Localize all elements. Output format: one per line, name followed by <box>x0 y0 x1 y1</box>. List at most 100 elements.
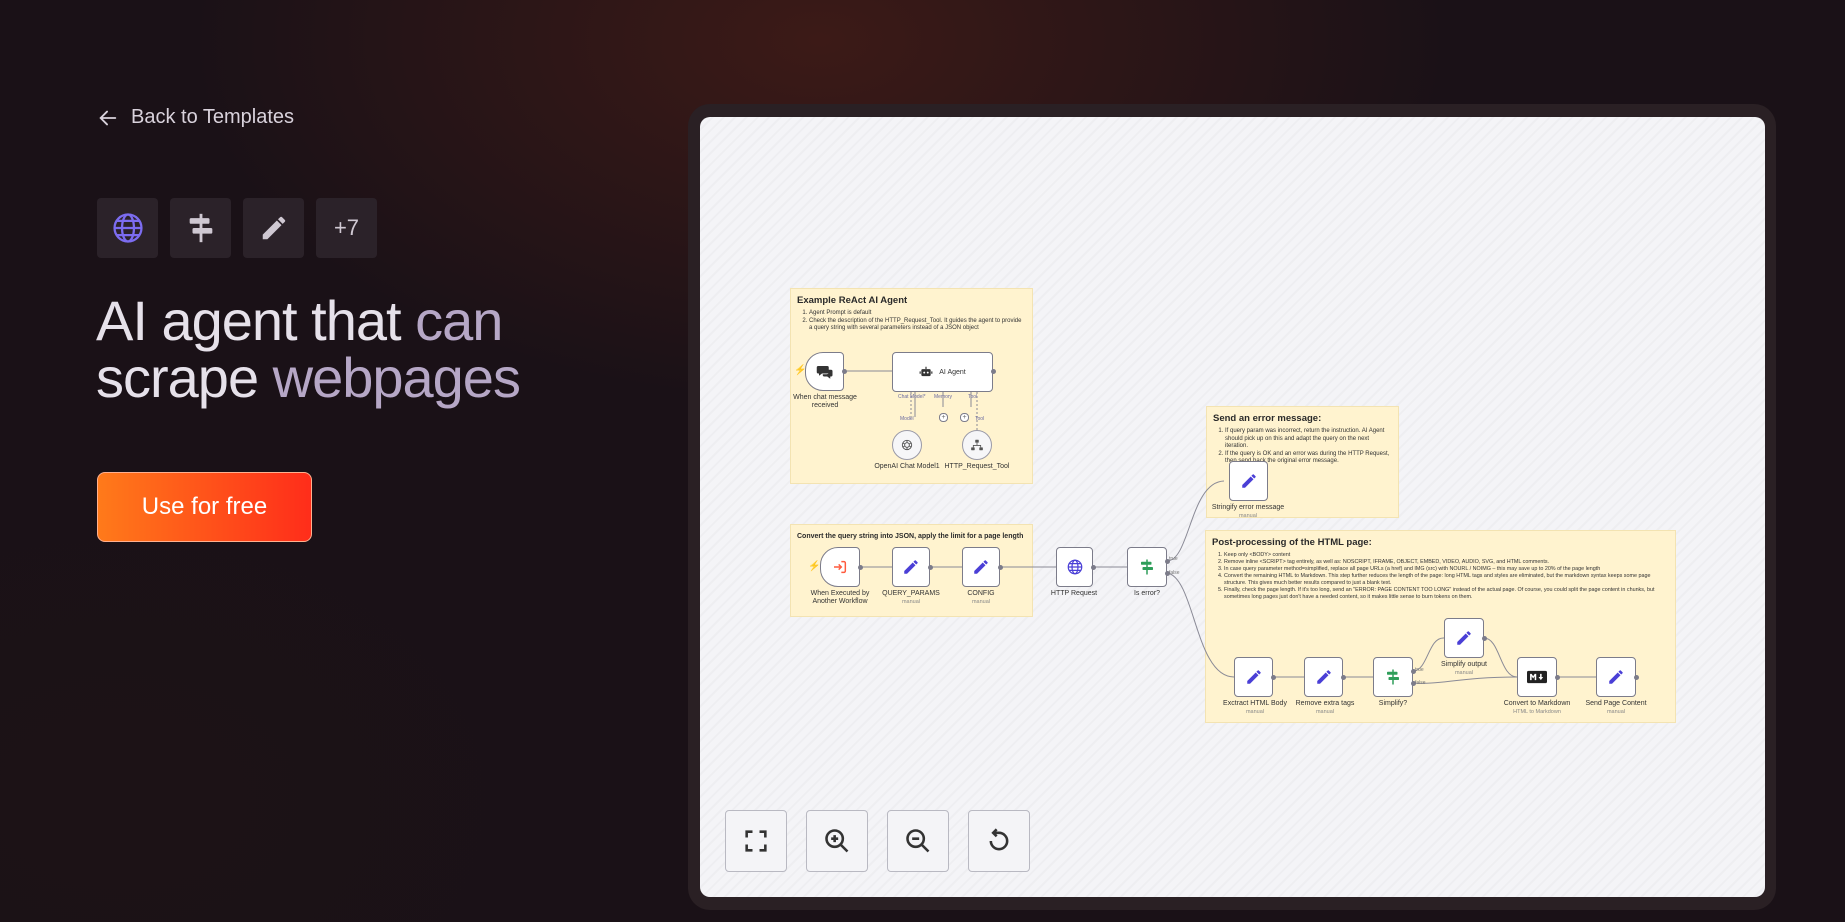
port-dot <box>1164 570 1170 576</box>
sticky-agent-list: Agent Prompt is default Check the descri… <box>797 310 1026 333</box>
port-dot <box>1090 564 1096 570</box>
openai-chat-model-node[interactable] <box>892 430 922 460</box>
remove-tags-sublabel: manual <box>1315 709 1335 715</box>
back-to-templates-link[interactable]: Back to Templates <box>97 106 294 129</box>
config-node[interactable] <box>962 547 1000 587</box>
list-item: Keep only <BODY> content <box>1224 552 1669 559</box>
markdown-icon <box>1527 670 1547 684</box>
pencil-icon <box>1457 631 1471 645</box>
reset-zoom-button[interactable] <box>968 810 1030 872</box>
send-page-content-node[interactable] <box>1596 657 1636 697</box>
list-item: If query param was incorrect, return the… <box>1225 428 1392 451</box>
integration-icons: +7 <box>97 198 377 258</box>
is-error-label: Is error? <box>1133 590 1161 597</box>
stringify-label: Stringify error message <box>1211 504 1285 511</box>
zoom-out-button[interactable] <box>887 810 949 872</box>
memory-edge-label: Memory <box>934 394 953 400</box>
simplify-label: Simplify? <box>1378 700 1408 707</box>
port-dot <box>857 564 863 570</box>
port-dot <box>1633 674 1639 680</box>
port-dot <box>1340 674 1346 680</box>
arrow-left-icon <box>99 110 117 125</box>
ai-agent-label: AI Agent <box>939 368 966 376</box>
pencil-icon <box>243 198 304 258</box>
sticky-agent-title: Example ReAct AI Agent <box>797 295 908 306</box>
false-branch-label-2: false <box>1415 680 1426 686</box>
port-dot <box>1554 674 1560 680</box>
fit-view-icon <box>745 830 767 852</box>
list-item: Finally, check the page length. If it's … <box>1224 587 1669 601</box>
list-item: Remove inline <SCRIPT> tag entirely, as … <box>1224 559 1669 566</box>
port-dot <box>841 368 847 374</box>
pencil-icon <box>974 560 988 574</box>
more-integrations-badge: +7 <box>316 198 377 258</box>
tool-edge-label-2: Tool <box>975 416 985 422</box>
simplify-output-label: Simplify output <box>1441 661 1487 668</box>
port-dot <box>1410 680 1416 686</box>
globe-icon <box>97 198 158 258</box>
zoom-in-icon <box>825 829 849 853</box>
simplify-switch-node[interactable] <box>1373 657 1413 697</box>
simplify-output-node[interactable] <box>1444 618 1484 658</box>
port-dot <box>1410 668 1416 674</box>
robot-icon <box>919 366 933 377</box>
reset-icon <box>989 828 1009 851</box>
ai-agent-node[interactable]: AI Agent <box>892 352 993 392</box>
list-item: Convert the remaining HTML to Markdown. … <box>1224 573 1669 587</box>
http-request-tool-node[interactable] <box>962 430 992 460</box>
workflow-canvas[interactable]: Example ReAct AI Agent Agent Prompt is d… <box>700 117 1765 897</box>
sticky-post-list: Keep only <BODY> content Remove inline <… <box>1212 552 1669 601</box>
false-branch-label: false <box>1169 570 1180 576</box>
zoom-in-button[interactable] <box>806 810 868 872</box>
chat-model-edge-label: Chat Model* <box>898 394 926 400</box>
port-dot <box>997 564 1003 570</box>
extract-html-body-node[interactable] <box>1234 657 1273 697</box>
signpost-icon <box>1141 559 1153 575</box>
title-part-3: scrape <box>96 346 273 409</box>
is-error-node[interactable] <box>1127 547 1167 587</box>
query-params-sublabel: manual <box>901 599 921 605</box>
markdown-sublabel: HTML to Markdown <box>1513 709 1561 715</box>
chat-trigger-label: When chat message received <box>793 394 857 409</box>
port-dot <box>1270 674 1276 680</box>
globe-icon <box>1067 559 1082 575</box>
extract-sublabel: manual <box>1245 709 1265 715</box>
list-item: Agent Prompt is default <box>809 310 1026 318</box>
port-dot <box>927 564 933 570</box>
sticky-convert-title: Convert the query string into JSON, appl… <box>797 533 1024 540</box>
convert-to-markdown-node[interactable] <box>1517 657 1557 697</box>
network-icon <box>971 439 983 451</box>
model-edge-label: Model <box>900 416 914 422</box>
exec-workflow-trigger-node[interactable] <box>820 547 860 587</box>
signpost-icon <box>1387 669 1399 685</box>
more-count: +7 <box>333 215 360 240</box>
add-tool-button[interactable]: + <box>960 413 969 422</box>
query-params-node[interactable] <box>892 547 930 587</box>
signpost-icon <box>170 198 231 258</box>
true-branch-label: true <box>1169 556 1178 562</box>
pencil-icon <box>1241 474 1256 488</box>
config-sublabel: manual <box>971 599 991 605</box>
title-part-1: AI agent that <box>96 289 416 352</box>
tool-edge-label: Tool <box>968 394 978 400</box>
stringify-error-node[interactable] <box>1229 461 1268 501</box>
chat-trigger-node[interactable] <box>805 352 844 391</box>
add-memory-button[interactable]: + <box>939 413 948 422</box>
list-item: Check the description of the HTTP_Reques… <box>809 318 1026 333</box>
exec-trigger-label: When Executed by Another Workflow <box>810 590 870 605</box>
use-for-free-button[interactable]: Use for free <box>97 472 312 542</box>
openai-icon <box>901 439 913 451</box>
sign-in-icon <box>834 560 847 574</box>
fit-view-button[interactable] <box>725 810 787 872</box>
remove-extra-tags-node[interactable] <box>1304 657 1343 697</box>
title-part-4: webpages <box>272 346 521 409</box>
list-item: In case query parameter method=simplifie… <box>1224 566 1669 573</box>
pencil-icon <box>1246 670 1261 684</box>
zoom-out-icon <box>906 829 930 853</box>
send-page-sublabel: manual <box>1606 709 1626 715</box>
port-dot <box>1164 558 1170 564</box>
page-title: AI agent that can scrape webpages <box>96 289 521 409</box>
title-part-2: can <box>415 289 503 352</box>
simplify-output-sublabel: manual <box>1454 670 1474 676</box>
http-request-node[interactable] <box>1056 547 1093 587</box>
